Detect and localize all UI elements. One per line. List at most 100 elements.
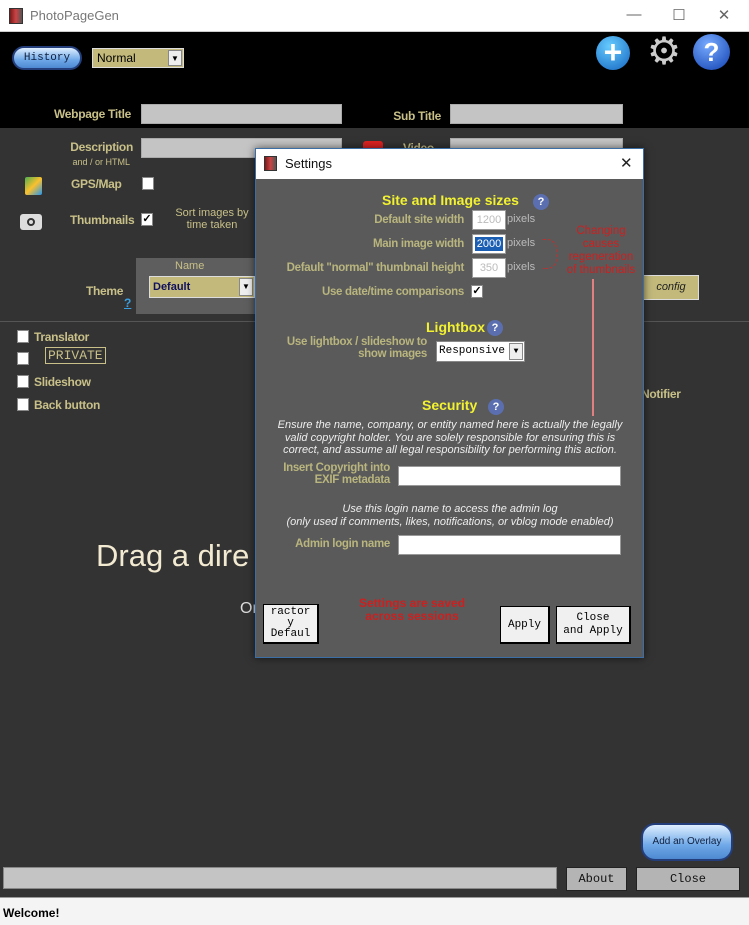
settings-title: Settings	[285, 156, 332, 171]
gear-icon[interactable]: ⚙	[645, 33, 683, 71]
security-note: Ensure the name, company, or entity name…	[277, 419, 623, 456]
saved-note: Settings are saved across sessions	[342, 597, 482, 623]
chevron-down-icon: ▼	[239, 278, 253, 296]
minimize-button[interactable]: —	[624, 6, 644, 23]
note-connector-line	[592, 279, 594, 416]
brace-icon	[543, 239, 557, 269]
regen-note: Changing causes regeneration of thumbnails	[561, 225, 641, 277]
theme-panel: Name Default ▼	[136, 258, 266, 314]
login-note: Use this login name to access the admin …	[270, 503, 630, 528]
login-note-line: (only used if comments, likes, notificat…	[286, 515, 614, 528]
default-site-width-input[interactable]: 1200	[472, 210, 506, 230]
lightbox-label-line: show images	[358, 348, 427, 360]
mode-value: Normal	[97, 51, 136, 65]
lightbox-heading: Lightbox	[426, 319, 486, 335]
config-button[interactable]: config	[643, 275, 699, 300]
translator-label: Translator	[34, 330, 90, 344]
thumbnails-checkbox[interactable]: ✓	[141, 213, 153, 226]
main-image-width-value: 2000	[475, 237, 503, 251]
default-site-width-label: Default site width	[374, 214, 464, 226]
title-bar: PhotoPageGen — ☐ ✕	[0, 0, 749, 32]
window-title: PhotoPageGen	[30, 8, 119, 23]
sort-label-line: Sort images by	[175, 207, 249, 219]
copyright-label-line: Insert Copyright into	[283, 462, 390, 474]
regen-note-line: regeneration	[568, 251, 634, 263]
description-label: Description	[70, 140, 133, 154]
sort-label-line: time taken	[186, 219, 238, 231]
about-button[interactable]: About	[566, 867, 627, 891]
app-icon	[264, 156, 277, 171]
regen-note-line: causes	[582, 238, 620, 250]
help-icon[interactable]: ?	[533, 194, 549, 210]
notifier-label: Notifier	[641, 387, 681, 401]
thumb-height-label: Default "normal" thumbnail height	[286, 262, 465, 274]
admin-login-input[interactable]	[398, 535, 621, 555]
webpage-title-input[interactable]	[141, 104, 342, 124]
close-and-apply-line: Close	[576, 612, 610, 624]
lightbox-select[interactable]: Responsive ▼	[436, 341, 525, 362]
date-compare-label: Use date/time comparisons	[321, 286, 464, 298]
chevron-down-icon: ▼	[509, 343, 523, 360]
window-close-button[interactable]: ✕	[714, 6, 734, 24]
help-icon[interactable]: ?	[693, 34, 730, 70]
close-and-apply-button[interactable]: Close and Apply	[556, 606, 631, 644]
progress-bar	[3, 867, 557, 889]
main-image-width-label: Main image width	[372, 238, 464, 250]
site-sizes-heading: Site and Image sizes	[382, 192, 519, 208]
add-overlay-button[interactable]: Add an Overlay	[641, 823, 733, 861]
regen-note-line: of thumbnails	[566, 264, 636, 276]
theme-label: Theme	[86, 284, 124, 298]
theme-help-link[interactable]: ?	[124, 296, 131, 310]
theme-value: Default	[153, 281, 191, 293]
back-button-checkbox[interactable]	[17, 398, 29, 411]
history-button[interactable]: History	[12, 46, 82, 70]
close-button[interactable]: Close	[636, 867, 740, 891]
date-compare-checkbox[interactable]: ✓	[471, 285, 483, 298]
thumb-height-input[interactable]: 350	[472, 258, 506, 278]
camera-icon	[20, 214, 42, 230]
copyright-input[interactable]	[398, 466, 621, 486]
pixels-unit: pixels	[507, 213, 536, 225]
settings-close-button[interactable]: ✕	[620, 154, 633, 172]
copyright-label: Insert Copyright into EXIF metadata	[256, 462, 390, 486]
pixels-unit: pixels	[507, 261, 536, 273]
regen-note-line: Changing	[576, 225, 626, 237]
close-and-apply-line: and Apply	[563, 625, 623, 637]
gps-checkbox[interactable]	[142, 177, 154, 190]
thumbnails-label: Thumbnails	[70, 213, 135, 227]
plus-icon[interactable]: +	[596, 36, 630, 70]
login-note-line: Use this login name to access the admin …	[342, 503, 558, 515]
status-bar: Welcome!	[0, 897, 749, 925]
slideshow-label: Slideshow	[34, 375, 91, 389]
settings-dialog: Settings ✕ Site and Image sizes ? Defaul…	[255, 148, 644, 658]
admin-login-label: Admin login name	[295, 538, 390, 550]
lightbox-label: Use lightbox / slideshow to show images	[256, 336, 427, 360]
private-checkbox[interactable]	[17, 352, 29, 365]
chevron-down-icon: ▼	[168, 50, 182, 66]
webpage-title-label: Webpage Title	[53, 107, 131, 121]
copyright-label-line: EXIF metadata	[314, 474, 391, 486]
lightbox-label-line: Use lightbox / slideshow to	[286, 336, 427, 348]
sort-label: Sort images by time taken	[162, 207, 262, 231]
back-button-label: Back button	[34, 398, 101, 412]
factory-default-button[interactable]: ractor y Defaul	[263, 604, 319, 644]
maximize-button[interactable]: ☐	[669, 6, 689, 24]
help-icon[interactable]: ?	[487, 320, 503, 336]
description-sublabel: and / or HTML	[72, 157, 130, 167]
slideshow-checkbox[interactable]	[17, 375, 29, 388]
map-icon	[25, 177, 42, 195]
pixels-unit: pixels	[507, 237, 536, 249]
gps-label: GPS/Map	[71, 177, 122, 191]
drop-prompt: Drag a dire	[96, 538, 250, 573]
main-image-width-input[interactable]: 2000	[472, 234, 506, 254]
sub-title-input[interactable]	[450, 104, 623, 124]
settings-title-bar: Settings ✕	[256, 149, 643, 179]
translator-checkbox[interactable]	[17, 330, 29, 343]
mode-select[interactable]: Normal ▼	[92, 48, 184, 68]
private-label: PRIVATE	[45, 347, 106, 364]
apply-button[interactable]: Apply	[500, 606, 550, 644]
theme-select[interactable]: Default ▼	[149, 276, 255, 298]
saved-note-line: across sessions	[365, 609, 459, 623]
sub-title-label: Sub Title	[393, 109, 441, 123]
help-icon[interactable]: ?	[488, 399, 504, 415]
